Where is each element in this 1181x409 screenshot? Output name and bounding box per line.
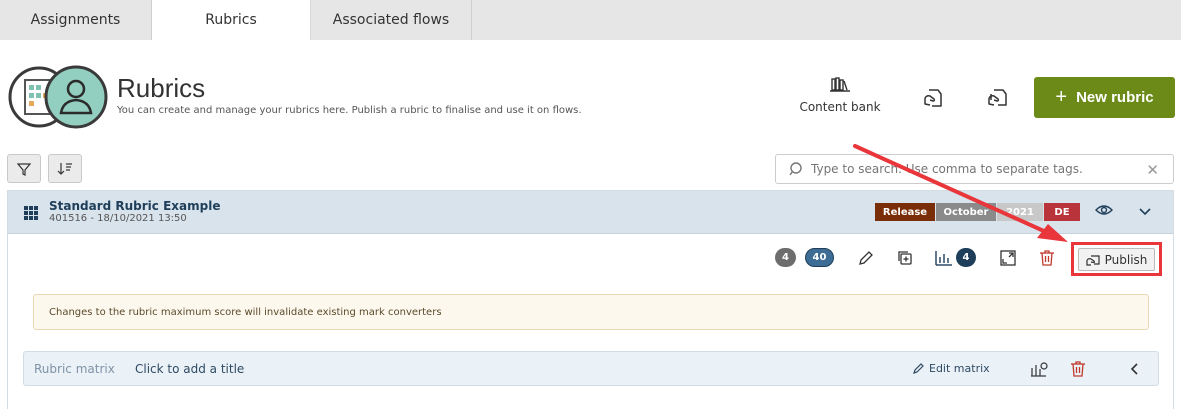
edit-matrix-button[interactable]: Edit matrix — [912, 361, 990, 375]
publish-highlight: Publish — [1071, 242, 1162, 276]
bar-chart-icon[interactable] — [935, 249, 953, 267]
rubrics-header-icon — [8, 65, 108, 129]
publish-label: Publish — [1104, 252, 1148, 267]
pencil-icon — [913, 363, 924, 374]
hand-copy-icon[interactable] — [985, 86, 1009, 110]
tab-assignments[interactable]: Assignments — [0, 0, 152, 40]
clear-search-icon[interactable]: ✕ — [1146, 161, 1159, 179]
warning-text: Changes to the rubric maximum score will… — [49, 306, 442, 318]
trash-icon[interactable] — [1069, 360, 1087, 378]
tab-bar: Assignments Rubrics Associated flows — [0, 0, 1181, 40]
count-badge-blue: 40 — [805, 248, 834, 267]
eye-icon[interactable] — [1095, 203, 1113, 217]
tag-year: 2021 — [997, 203, 1043, 221]
tab-rubrics[interactable]: Rubrics — [152, 0, 311, 40]
matrix-title-link[interactable]: Click to add a title — [135, 362, 244, 376]
sort-icon — [57, 162, 72, 175]
search-icon — [789, 162, 802, 176]
expand-icon[interactable] — [999, 249, 1017, 267]
sort-button[interactable] — [48, 154, 82, 183]
tag-search: ✕ — [775, 154, 1174, 184]
library-icon — [830, 77, 850, 92]
matrix-settings-icon[interactable] — [1030, 360, 1048, 378]
publish-button[interactable]: Publish — [1078, 248, 1155, 271]
grid-icon — [24, 206, 38, 220]
hand-publish-icon — [1086, 254, 1100, 266]
warning-banner: Changes to the rubric maximum score will… — [33, 294, 1149, 330]
content-bank-label: Content bank — [799, 100, 881, 114]
duplicate-icon[interactable] — [896, 249, 914, 267]
tab-associated-flows[interactable]: Associated flows — [311, 0, 472, 40]
count-badge-gray: 4 — [775, 248, 796, 267]
tag-october: October — [936, 203, 996, 221]
new-rubric-button[interactable]: + New rubric — [1034, 77, 1175, 118]
content-bank-button[interactable]: Content bank — [795, 76, 885, 120]
filter-button[interactable] — [7, 154, 41, 183]
new-rubric-label: New rubric — [1076, 89, 1154, 106]
page-title: Rubrics — [117, 73, 206, 103]
chart-count-badge: 4 — [956, 248, 976, 267]
pencil-icon[interactable] — [857, 249, 875, 267]
filter-icon — [17, 162, 31, 176]
rubric-card-header[interactable]: Standard Rubric Example 401516 - 18/10/2… — [8, 191, 1173, 234]
rubric-matrix-row: Rubric matrix Click to add a title Edit … — [23, 351, 1159, 386]
rubric-title: Standard Rubric Example — [49, 199, 221, 213]
edit-matrix-label: Edit matrix — [929, 361, 990, 375]
rubric-meta: 401516 - 18/10/2021 13:50 — [49, 213, 187, 224]
plus-icon: + — [1055, 86, 1068, 108]
search-input[interactable] — [811, 162, 1131, 176]
chevron-left-icon[interactable] — [1126, 360, 1144, 378]
hand-document-icon[interactable] — [921, 86, 945, 110]
tag-release: Release — [875, 203, 935, 221]
page-subtitle: You can create and manage your rubrics h… — [117, 105, 582, 116]
chevron-down-icon[interactable] — [1138, 205, 1152, 219]
tag-de: DE — [1044, 203, 1080, 221]
trash-icon[interactable] — [1038, 249, 1056, 267]
matrix-label: Rubric matrix — [34, 362, 115, 376]
